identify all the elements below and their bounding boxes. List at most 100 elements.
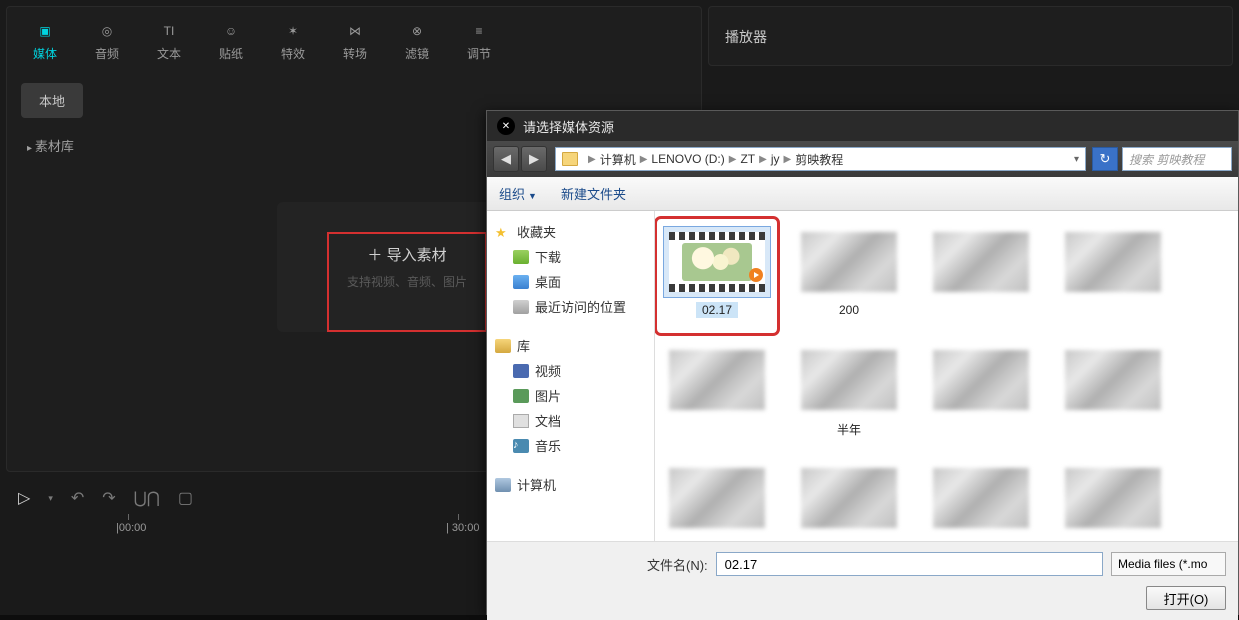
transition-icon: ⋈	[345, 21, 365, 41]
file-label	[975, 538, 987, 540]
dialog-titlebar: ✕ 请选择媒体资源	[487, 111, 1238, 141]
file-item[interactable]	[791, 457, 907, 541]
file-item[interactable]	[923, 457, 1039, 541]
back-button[interactable]: ◀	[493, 146, 519, 172]
tab-text[interactable]: TI文本	[141, 15, 197, 67]
recent-icon	[513, 300, 529, 314]
video-thumbnail	[1065, 232, 1161, 292]
import-hint: 支持视频、音频、图片	[347, 273, 467, 290]
play-badge-icon	[749, 268, 763, 282]
side-tab-local[interactable]: 本地	[21, 83, 83, 118]
file-item[interactable]: 200	[791, 221, 907, 331]
tab-audio[interactable]: ◎音频	[79, 15, 135, 67]
file-item[interactable]	[1055, 457, 1171, 541]
tab-adjust[interactable]: ≡调节	[451, 15, 507, 67]
dialog-title-text: 请选择媒体资源	[523, 117, 614, 136]
time-tick: |00:00	[116, 522, 146, 534]
media-icon: ▣	[35, 21, 55, 41]
nav-music[interactable]: ♪音乐	[493, 433, 648, 458]
nav-downloads[interactable]: 下载	[493, 244, 648, 269]
video-thumbnail	[1065, 468, 1161, 528]
file-item[interactable]	[923, 339, 1039, 449]
music-icon: ♪	[513, 439, 529, 453]
nav-libraries[interactable]: 库	[493, 333, 648, 358]
library-icon	[495, 339, 511, 353]
redo-icon[interactable]: ↷	[102, 488, 115, 508]
new-folder-button[interactable]: 新建文件夹	[561, 184, 626, 203]
video-thumbnail	[801, 350, 897, 410]
file-item[interactable]	[1055, 339, 1171, 449]
file-label	[711, 538, 723, 540]
organize-button[interactable]: 组织▼	[499, 184, 537, 203]
breadcrumb[interactable]: ▶计算机 ▶LENOVO (D:) ▶ZT ▶jy ▶剪映教程 ▾	[555, 147, 1086, 171]
star-icon: ★	[495, 225, 511, 239]
video-thumbnail	[933, 350, 1029, 410]
text-icon: TI	[159, 21, 179, 41]
filename-label: 文件名(N):	[647, 555, 708, 574]
time-tick: | 30:00	[446, 522, 479, 534]
file-label: 半年	[831, 420, 867, 439]
file-item[interactable]	[923, 221, 1039, 331]
nav-documents[interactable]: 文档	[493, 408, 648, 433]
file-label	[1107, 420, 1119, 422]
video-thumbnail	[669, 350, 765, 410]
file-label: 02.17	[696, 302, 738, 318]
file-label: 200	[833, 302, 865, 318]
file-item[interactable]: 半年	[791, 339, 907, 449]
refresh-button[interactable]: ↻	[1092, 147, 1118, 171]
file-label	[711, 420, 723, 422]
download-icon	[513, 250, 529, 264]
nav-videos[interactable]: 视频	[493, 358, 648, 383]
file-item[interactable]	[659, 457, 775, 541]
open-button[interactable]: 打开(O)	[1146, 586, 1226, 610]
file-item[interactable]	[659, 339, 775, 449]
preview-panel: 播放器	[708, 6, 1233, 66]
tab-sticker[interactable]: ☺贴纸	[203, 15, 259, 67]
computer-icon	[495, 478, 511, 492]
nav-pictures[interactable]: 图片	[493, 383, 648, 408]
file-label	[1107, 538, 1119, 540]
nav-computer[interactable]: 计算机	[493, 472, 648, 497]
file-label	[975, 302, 987, 304]
file-label	[975, 420, 987, 422]
document-icon	[513, 414, 529, 428]
video-thumbnail	[1065, 350, 1161, 410]
adjust-icon: ≡	[469, 21, 489, 41]
crop-icon[interactable]: ▢	[178, 488, 193, 508]
tab-filter[interactable]: ⊗滤镜	[389, 15, 445, 67]
split-icon[interactable]: ⋃⋂	[134, 488, 160, 508]
file-pane: 02.17 200 半年	[655, 211, 1238, 541]
file-label	[1107, 302, 1119, 304]
tab-effect[interactable]: ✶特效	[265, 15, 321, 67]
plus-icon: ＋ 导入素材	[367, 244, 446, 265]
effect-icon: ✶	[283, 21, 303, 41]
video-thumbnail	[669, 232, 765, 292]
nav-favorites[interactable]: ★收藏夹	[493, 219, 648, 244]
search-input[interactable]: 搜索 剪映教程	[1122, 147, 1232, 171]
file-dialog: ✕ 请选择媒体资源 ◀ ▶ ▶计算机 ▶LENOVO (D:) ▶ZT ▶jy …	[486, 110, 1239, 615]
app-logo-icon: ✕	[497, 117, 515, 135]
file-item[interactable]	[1055, 221, 1171, 331]
video-thumbnail	[669, 468, 765, 528]
picture-icon	[513, 389, 529, 403]
pointer-tool-icon[interactable]: ▷	[18, 488, 30, 508]
nav-pane: ★收藏夹 下载 桌面 最近访问的位置 库 视频 图片 文档 ♪音乐 计算机	[487, 211, 655, 541]
preview-title: 播放器	[709, 7, 1232, 67]
file-label	[843, 538, 855, 540]
filetype-filter[interactable]	[1111, 552, 1226, 576]
tab-transition[interactable]: ⋈转场	[327, 15, 383, 67]
tab-media[interactable]: ▣媒体	[17, 15, 73, 67]
nav-recent[interactable]: 最近访问的位置	[493, 294, 648, 319]
dialog-nav: ◀ ▶ ▶计算机 ▶LENOVO (D:) ▶ZT ▶jy ▶剪映教程 ▾ ↻ …	[487, 141, 1238, 177]
folder-icon	[562, 152, 578, 166]
dialog-footer: 文件名(N): 打开(O)	[487, 541, 1238, 620]
desktop-icon	[513, 275, 529, 289]
dropdown-icon[interactable]: ▾	[48, 493, 53, 504]
filename-input[interactable]	[716, 552, 1103, 576]
undo-icon[interactable]: ↶	[71, 488, 84, 508]
file-item[interactable]: 02.17	[659, 221, 775, 331]
video-thumbnail	[933, 232, 1029, 292]
nav-desktop[interactable]: 桌面	[493, 269, 648, 294]
tool-tabs: ▣媒体 ◎音频 TI文本 ☺贴纸 ✶特效 ⋈转场 ⊗滤镜 ≡调节	[7, 7, 701, 75]
forward-button[interactable]: ▶	[521, 146, 547, 172]
